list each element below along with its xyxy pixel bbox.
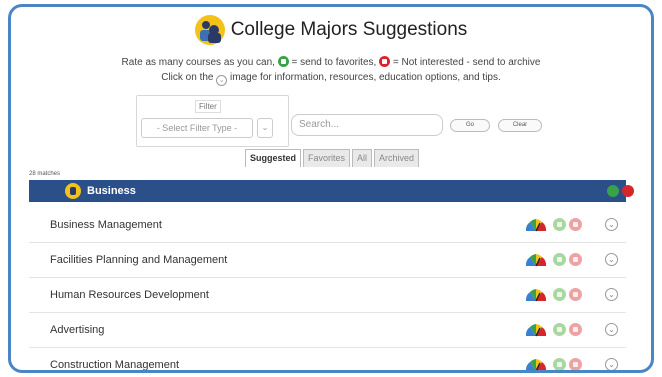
rating-gauge-icon[interactable] — [525, 288, 547, 302]
red-archive-icon — [379, 56, 391, 67]
filter-label: Filter — [195, 100, 221, 113]
category-favorite-icon[interactable] — [607, 185, 619, 197]
major-name: Human Resources Development — [50, 289, 209, 301]
archive-button[interactable] — [569, 358, 582, 370]
tab-suggested[interactable]: Suggested — [245, 149, 302, 167]
chevron-down-icon[interactable]: ⌄ — [605, 323, 618, 336]
clear-button[interactable]: Clear — [498, 119, 542, 132]
business-icon — [65, 183, 81, 199]
chevron-down-icon[interactable]: ⌄ — [605, 253, 618, 266]
list-item[interactable]: Advertising ⌄ — [29, 313, 626, 348]
instructions: Rate as many courses as you can, = send … — [11, 55, 651, 86]
chevron-down-icon[interactable]: ⌄ — [605, 218, 618, 231]
list-item[interactable]: Human Resources Development ⌄ — [29, 278, 626, 313]
favorite-button[interactable] — [553, 218, 566, 231]
go-button[interactable]: Go — [450, 119, 490, 132]
header: College Majors Suggestions Rate as many … — [11, 13, 651, 86]
chevron-down-icon[interactable]: ⌄ — [605, 288, 618, 301]
filter-type-select[interactable]: - Select Filter Type - — [141, 118, 253, 138]
rating-gauge-icon[interactable] — [525, 253, 547, 267]
app-frame: College Majors Suggestions Rate as many … — [8, 4, 654, 373]
list-item[interactable]: Construction Management ⌄ — [29, 348, 626, 372]
list-item[interactable]: Business Management ⌄ — [29, 208, 626, 243]
archive-button[interactable] — [569, 323, 582, 336]
search-input[interactable]: Search... — [291, 114, 443, 136]
major-name: Business Management — [50, 219, 162, 231]
major-name: Construction Management — [50, 359, 180, 371]
instructions-text: image for information, resources, educat… — [230, 72, 501, 83]
instructions-text: Click on the — [161, 72, 214, 83]
archive-button[interactable] — [569, 253, 582, 266]
tab-favorites[interactable]: Favorites — [303, 149, 351, 167]
favorite-button[interactable] — [553, 288, 566, 301]
chevron-down-circle-icon: ⌄ — [216, 75, 228, 86]
instructions-text: Rate as many courses as you can, — [121, 57, 275, 68]
archive-button[interactable] — [569, 218, 582, 231]
favorite-button[interactable] — [553, 358, 566, 370]
filter-box: Filter - Select Filter Type - ⌄ — [136, 95, 289, 147]
category-archive-icon[interactable] — [622, 185, 634, 197]
instructions-line-2: Click on the ⌄ image for information, re… — [11, 70, 651, 86]
major-name: Advertising — [50, 324, 105, 336]
filter-value-select[interactable]: ⌄ — [257, 118, 273, 138]
major-name: Facilities Planning and Management — [50, 254, 228, 266]
archive-button[interactable] — [569, 288, 582, 301]
favorite-button[interactable] — [553, 323, 566, 336]
tab-archived[interactable]: Archived — [374, 149, 420, 167]
category-name: Business — [87, 185, 136, 197]
category-header-business[interactable]: Business — [29, 180, 634, 202]
college-majors-logo-icon — [194, 15, 225, 45]
page-title: College Majors Suggestions — [230, 19, 468, 40]
tab-all[interactable]: All — [352, 149, 373, 167]
green-favorite-icon — [277, 56, 289, 67]
instructions-line-1: Rate as many courses as you can, = send … — [11, 55, 651, 70]
tab-bar: Suggested Favorites All Archived — [245, 149, 420, 167]
instructions-text: = Not interested - send to archive — [392, 57, 541, 68]
chevron-down-icon[interactable]: ⌄ — [605, 358, 618, 370]
list-item[interactable]: Facilities Planning and Management ⌄ — [29, 243, 626, 278]
rating-gauge-icon[interactable] — [525, 358, 547, 372]
rating-gauge-icon[interactable] — [525, 218, 547, 232]
title-row: College Majors Suggestions — [11, 13, 651, 47]
match-count: 28 matches — [29, 171, 61, 177]
rating-gauge-icon[interactable] — [525, 323, 547, 337]
instructions-text: = send to favorites, — [291, 57, 377, 68]
majors-list: Business Management ⌄ Facilities Plannin… — [29, 208, 626, 372]
favorite-button[interactable] — [553, 253, 566, 266]
